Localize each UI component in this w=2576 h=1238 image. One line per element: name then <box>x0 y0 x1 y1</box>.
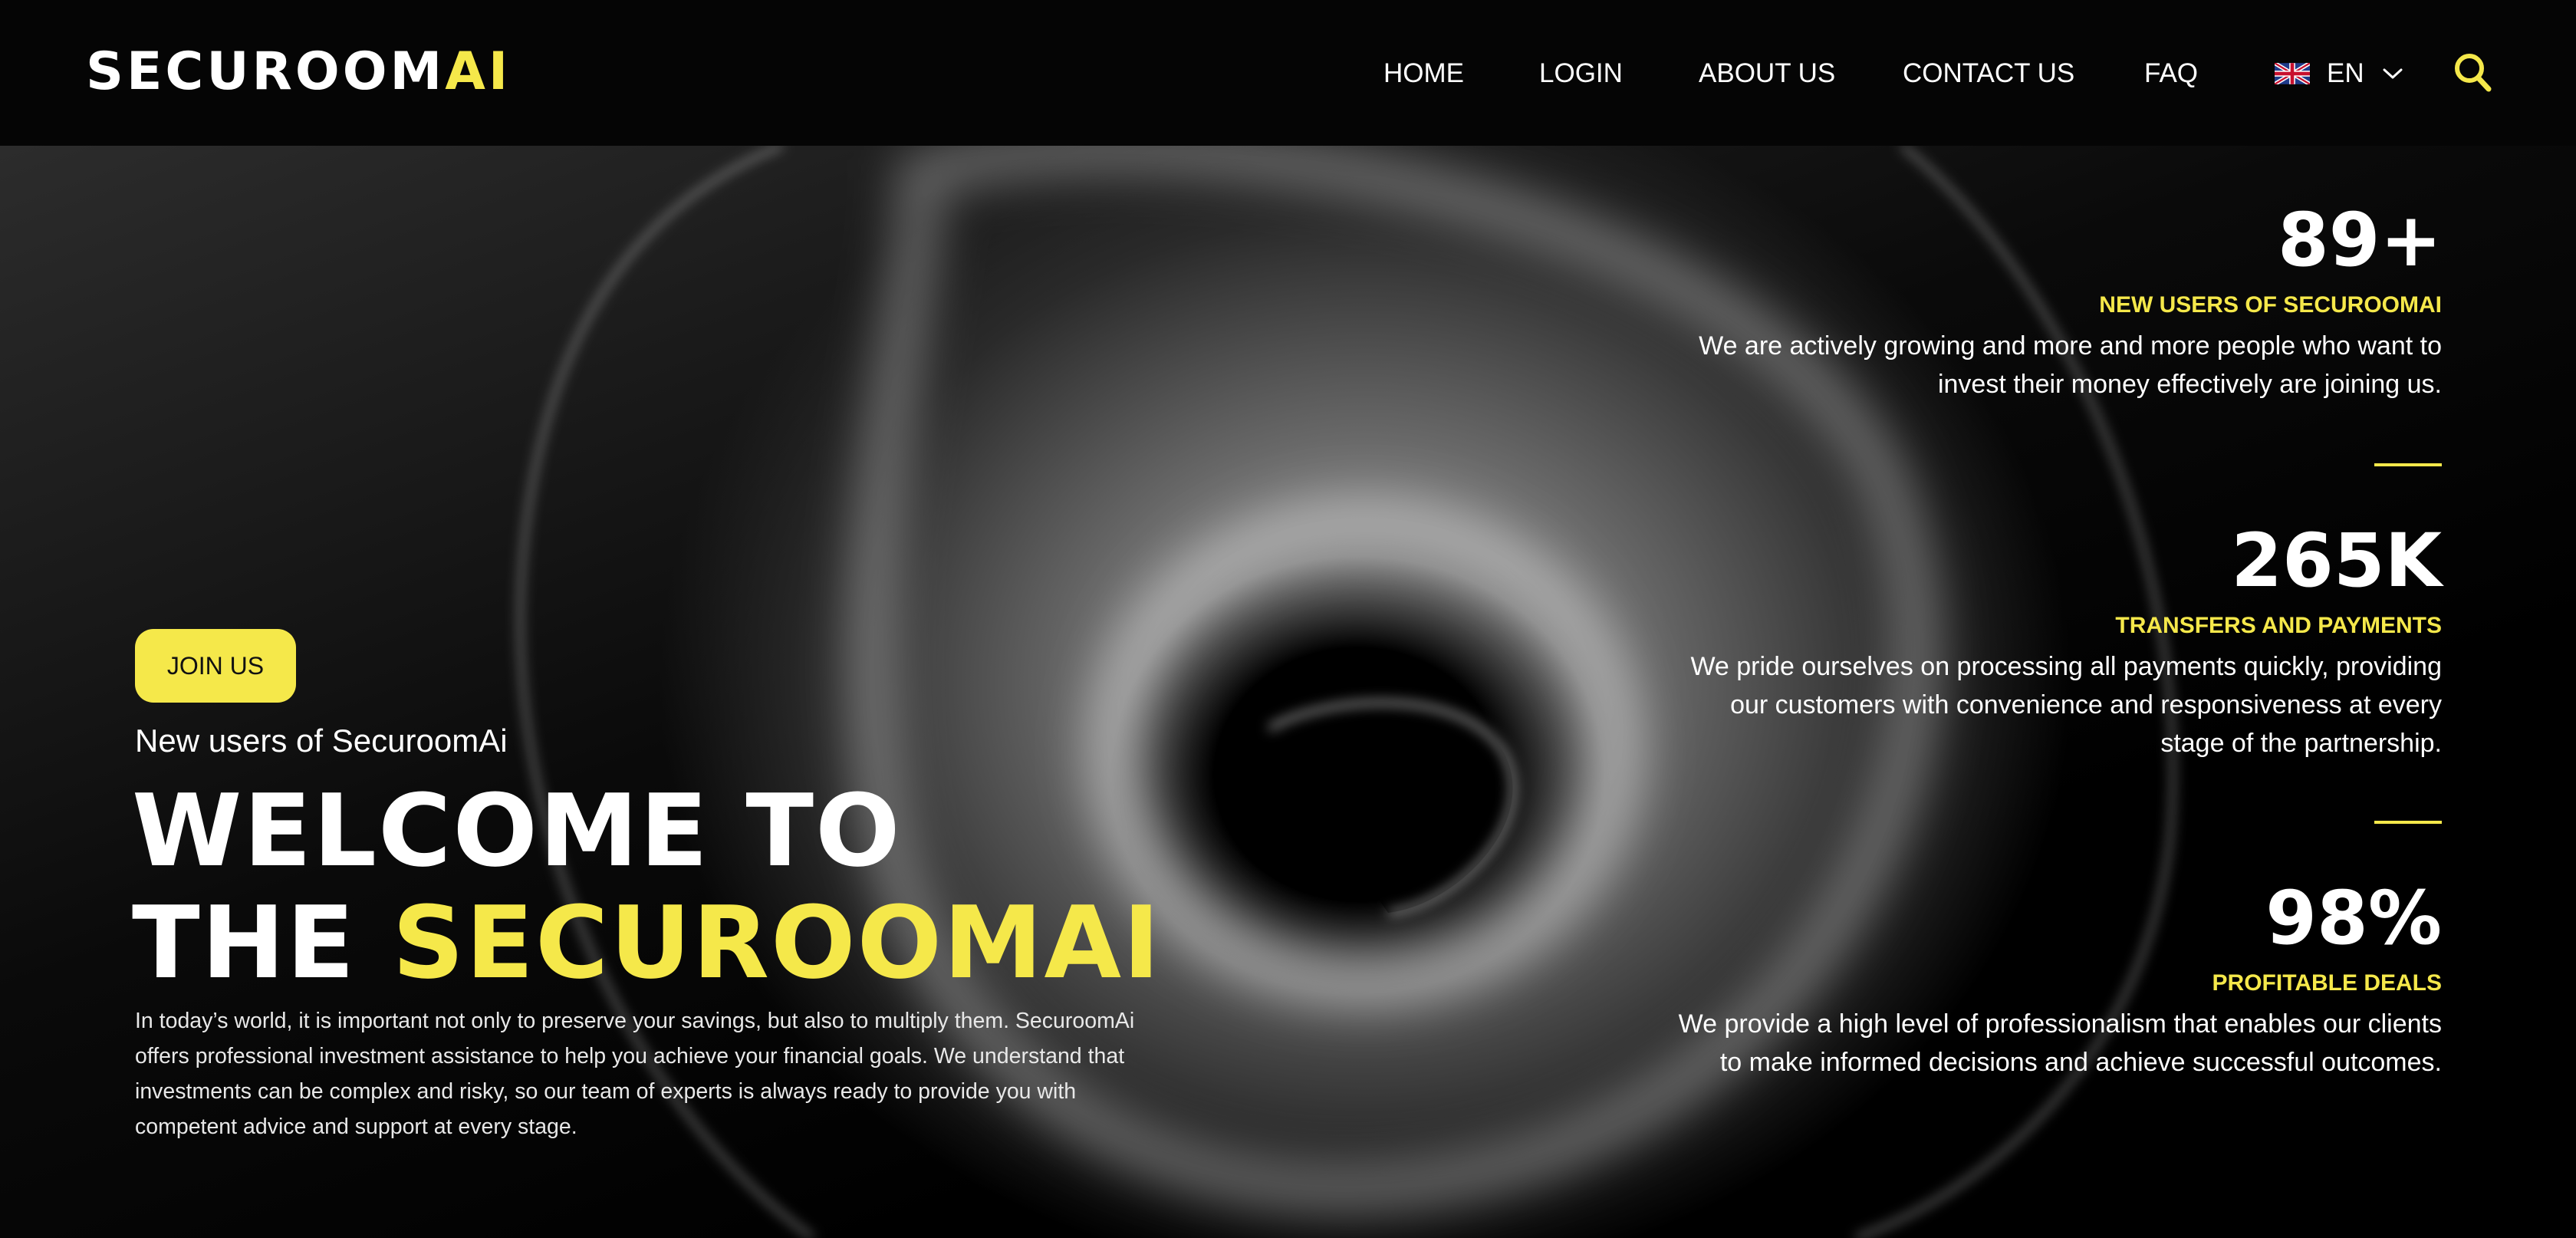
hero-description: In today’s world, it is important not on… <box>135 1009 1135 1139</box>
stat-value: 98% <box>2265 875 2442 961</box>
nav-about-us[interactable]: ABOUT US <box>1699 55 1835 92</box>
stat-profitable-deals: 98% PROFITABLE DEALS We provide a high l… <box>1675 876 2442 1082</box>
nav-home[interactable]: HOME <box>1383 55 1464 92</box>
stat-value: 265K <box>2231 518 2442 604</box>
uk-flag-icon <box>2275 63 2310 84</box>
stat-divider <box>2374 463 2442 466</box>
stat-value: 89+ <box>2277 197 2442 283</box>
language-selector[interactable]: EN <box>2275 55 2403 92</box>
stat-label: NEW USERS OF SECUROOMAI <box>2099 292 2442 318</box>
nav-login[interactable]: LOGIN <box>1539 55 1623 92</box>
stat-label: PROFITABLE DEALS <box>2212 970 2442 996</box>
main-nav: HOME LOGIN ABOUT US CONTACT US FAQ <box>0 55 2576 92</box>
search-icon[interactable] <box>2453 51 2492 94</box>
stat-divider <box>2374 821 2442 824</box>
hero-title-line2-plain: THE <box>132 884 393 1001</box>
language-code: EN <box>2327 58 2364 88</box>
stat-label: TRANSFERS AND PAYMENTS <box>2115 613 2442 638</box>
hero-subtitle: New users of SecuroomAi <box>135 723 508 759</box>
hero-title: WELCOME TO THE SECUROOMAI <box>132 775 1161 999</box>
hero-section: JOIN US New users of SecuroomAi WELCOME … <box>0 146 2576 1238</box>
nav-faq[interactable]: FAQ <box>2144 55 2198 92</box>
hero-title-line2-accent: SECUROOMAI <box>392 884 1162 1001</box>
nav-contact-us[interactable]: CONTACT US <box>1903 55 2074 92</box>
stat-new-users: 89+ NEW USERS OF SECUROOMAI We are activ… <box>1675 198 2442 403</box>
chevron-down-icon <box>2383 68 2403 79</box>
hero-title-line1: WELCOME TO <box>132 772 902 889</box>
stat-description: We are actively growing and more and mor… <box>1699 331 2442 399</box>
stat-description: We pride ourselves on processing all pay… <box>1690 652 2442 758</box>
site-header: SECUROOMAI HOME LOGIN ABOUT US CONTACT U… <box>0 0 2576 146</box>
stat-transfers: 265K TRANSFERS AND PAYMENTS We pride our… <box>1675 519 2442 762</box>
stat-description: We provide a high level of professionali… <box>1678 1009 2442 1077</box>
join-us-button[interactable]: JOIN US <box>135 629 296 703</box>
